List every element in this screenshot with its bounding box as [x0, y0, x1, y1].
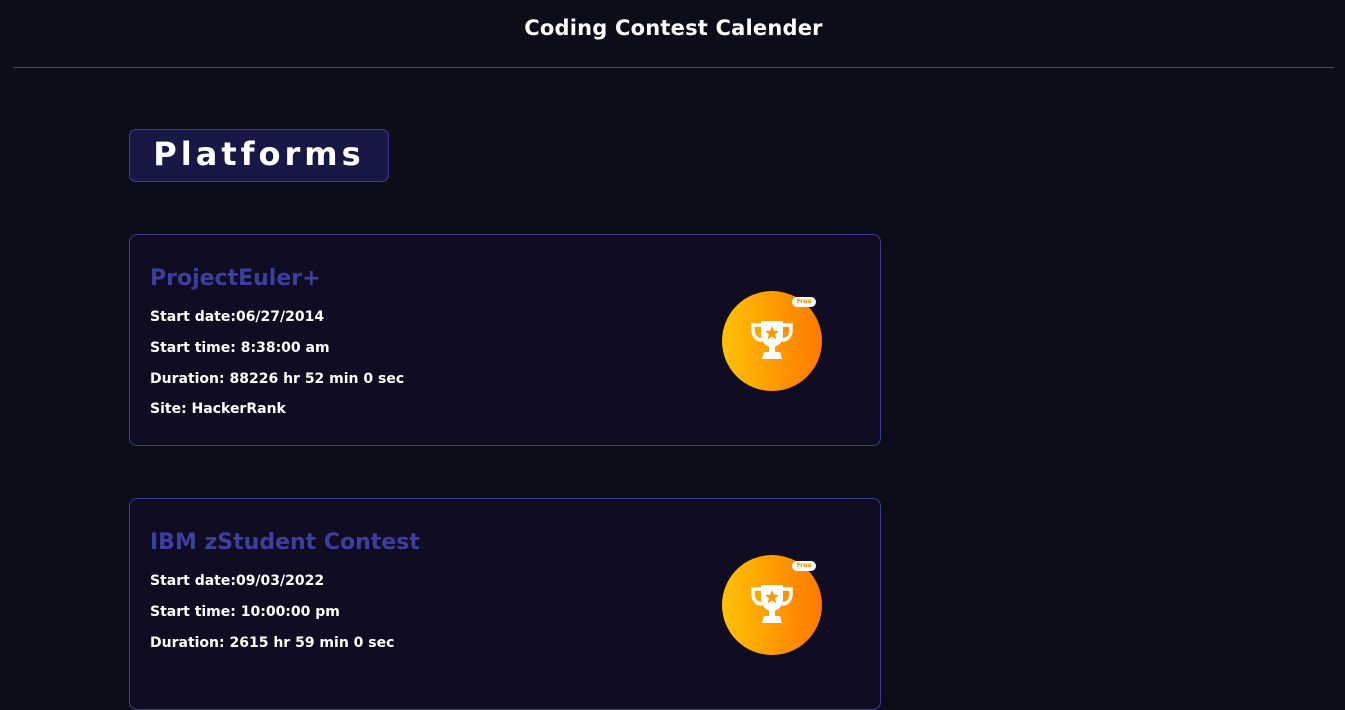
free-tag: Free [792, 561, 816, 571]
page-header: Coding Contest Calender [13, 0, 1334, 68]
contest-site: Site: HackerRank [150, 401, 286, 417]
contest-name[interactable]: IBM zStudent Contest [150, 530, 420, 555]
contest-start-time: Start time: 10:00:00 pm [150, 604, 340, 620]
section-title: Platforms [153, 135, 365, 173]
trophy-icon [751, 321, 793, 359]
contest-start-date: Start date:09/03/2022 [150, 573, 325, 589]
contest-card[interactable]: IBM zStudent Contest Start date:09/03/20… [129, 498, 881, 710]
app-title: Coding Contest Calender [524, 16, 823, 40]
contest-badge: Free [722, 291, 822, 391]
contest-name[interactable]: ProjectEuler+ [150, 266, 321, 291]
free-tag: Free [792, 297, 816, 307]
contest-badge: Free [722, 555, 822, 655]
contest-duration: Duration: 2615 hr 59 min 0 sec [150, 635, 395, 651]
contest-start-time: Start time: 8:38:00 am [150, 340, 330, 356]
trophy-icon [751, 585, 793, 623]
section-title-box: Platforms [129, 129, 389, 182]
contest-card[interactable]: ProjectEuler+ Start date:06/27/2014 Star… [129, 234, 881, 446]
contest-duration: Duration: 88226 hr 52 min 0 sec [150, 371, 405, 387]
contest-start-date: Start date:06/27/2014 [150, 309, 325, 325]
